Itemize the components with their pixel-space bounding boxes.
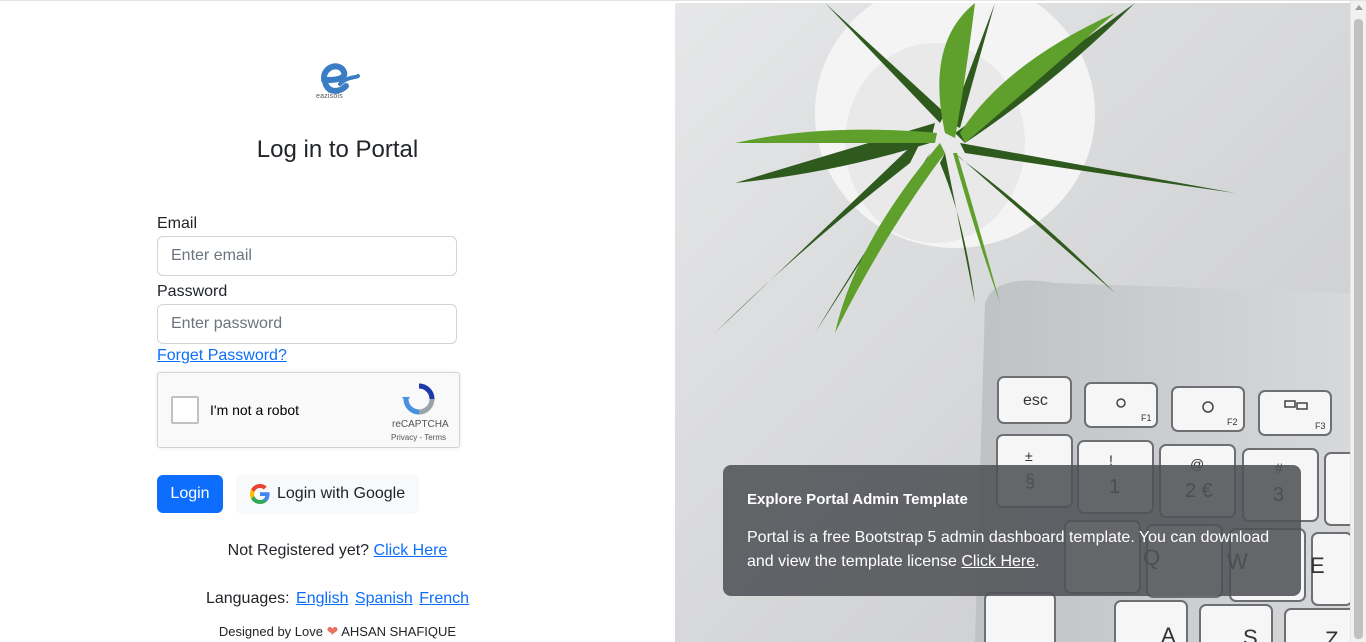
login-page: eazisols Log in to Portal Email Password… xyxy=(0,0,1366,642)
register-prompt: Not Registered yet? Click Here xyxy=(0,542,675,560)
footer-author: AHSAN SHAFIQUE xyxy=(338,624,457,639)
key-f2: F2 xyxy=(1227,417,1238,427)
key-e: E xyxy=(1310,553,1325,578)
recaptcha-checkbox[interactable] xyxy=(171,396,199,424)
recaptcha-brand: reCAPTCHA xyxy=(392,419,449,430)
language-english-link[interactable]: English xyxy=(296,590,348,607)
language-selector: Languages: English Spanish French xyxy=(0,590,675,608)
recaptcha-privacy-link[interactable]: Privacy xyxy=(391,433,417,442)
google-icon xyxy=(250,484,270,504)
page-scrollbar[interactable] xyxy=(1350,1,1366,642)
license-link[interactable]: Click Here xyxy=(961,553,1035,570)
email-label: Email xyxy=(157,215,198,232)
promo-trailing: . xyxy=(1035,553,1040,570)
password-input[interactable] xyxy=(157,304,457,344)
recaptcha-terms-link[interactable]: Terms xyxy=(424,433,446,442)
promo-body: Portal is a free Bootstrap 5 admin dashb… xyxy=(747,526,1277,574)
recaptcha-label: I'm not a robot xyxy=(210,402,300,418)
recaptcha-widget: I'm not a robot reCAPTCHA Privacy - Term… xyxy=(157,372,460,448)
password-label: Password xyxy=(157,283,228,300)
not-registered-text: Not Registered yet? xyxy=(227,542,374,559)
key-s: S xyxy=(1243,625,1258,642)
login-panel: eazisols Log in to Portal Email Password… xyxy=(0,1,675,642)
hero-image-panel: esc F1 F2 F3 ± § ! 1 @ 2 € # 3 Q W E A S… xyxy=(675,3,1350,642)
footer-credit: Designed by Love ❤ AHSAN SHAFIQUE xyxy=(0,623,675,640)
email-input[interactable] xyxy=(157,236,457,276)
promo-title: Explore Portal Admin Template xyxy=(747,491,968,508)
key-esc: esc xyxy=(1023,392,1048,409)
scroll-thumb[interactable] xyxy=(1354,19,1363,639)
register-link[interactable]: Click Here xyxy=(374,542,448,559)
key-f3: F3 xyxy=(1315,421,1326,431)
forget-password-link[interactable]: Forget Password? xyxy=(157,347,287,365)
key-a: A xyxy=(1161,623,1176,642)
heart-icon: ❤ xyxy=(326,623,339,639)
login-button[interactable]: Login xyxy=(157,475,223,513)
key-z: Z xyxy=(1325,627,1338,642)
language-spanish-link[interactable]: Spanish xyxy=(355,590,413,607)
google-login-button[interactable]: Login with Google xyxy=(236,474,419,514)
key-f1: F1 xyxy=(1141,413,1152,423)
footer-prefix: Designed by Love xyxy=(218,624,327,639)
logo-text: eazisols xyxy=(316,93,343,100)
recaptcha-icon xyxy=(402,383,435,415)
google-button-label: Login with Google xyxy=(277,485,406,502)
languages-label: Languages: xyxy=(205,590,295,607)
recaptcha-links: Privacy - Terms xyxy=(391,433,446,442)
language-french-link[interactable]: French xyxy=(419,590,469,607)
scroll-up-arrow-icon[interactable] xyxy=(1355,5,1363,10)
promo-overlay: Explore Portal Admin Template Portal is … xyxy=(723,465,1301,596)
key-plus-minus: ± xyxy=(1025,448,1033,464)
page-title: Log in to Portal xyxy=(256,136,419,163)
